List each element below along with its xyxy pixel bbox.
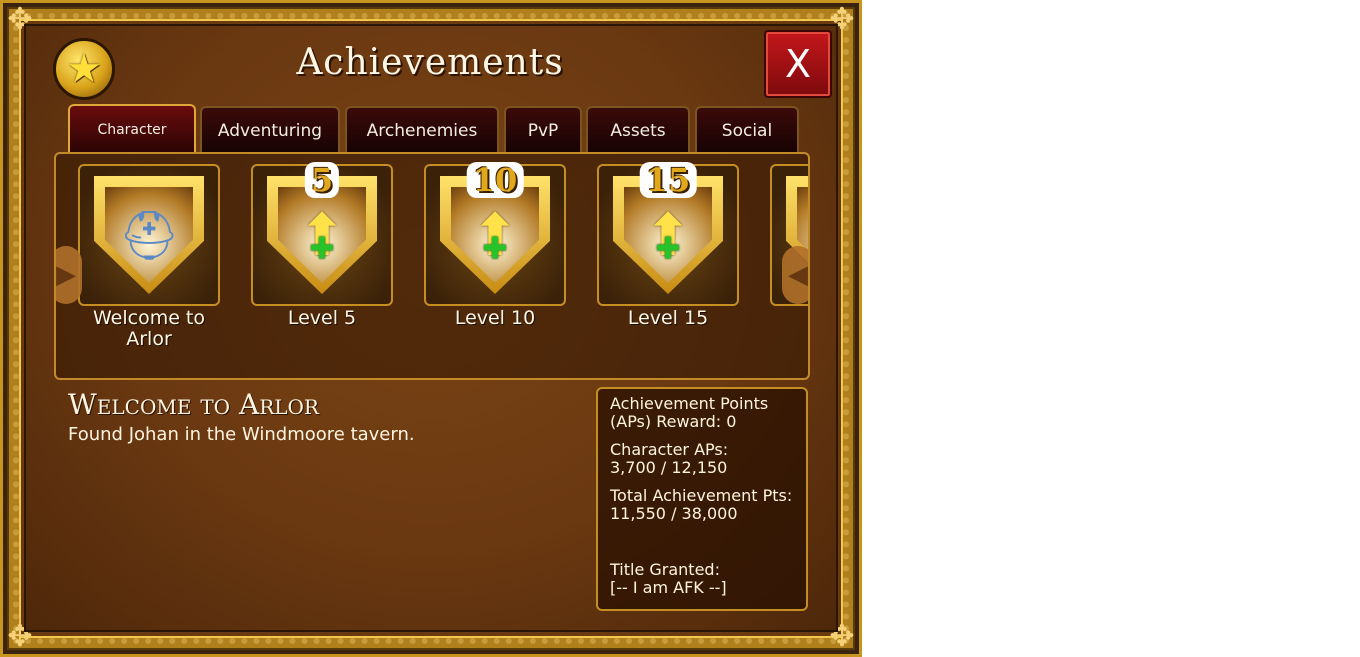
achievement-label: Welcome to Arlor xyxy=(92,307,206,350)
achievement-item[interactable]: ⬆ ✚ 15 Level 15 xyxy=(597,162,739,329)
tab-assets[interactable]: Assets xyxy=(586,106,690,154)
achievement-tile[interactable]: ⬆ ✚ 10 xyxy=(424,162,566,306)
plus-icon: ✚ xyxy=(309,231,335,267)
star-glyph: ★ xyxy=(66,46,102,92)
achievement-detail-title: Welcome to Arlor xyxy=(68,388,319,421)
tab-character[interactable]: Character xyxy=(68,104,196,154)
title-granted-block: Title Granted: [-- I am AFK --] xyxy=(610,561,794,597)
chevron-right-icon: ▶ xyxy=(56,260,76,290)
title-granted-value: [-- I am AFK --] xyxy=(610,578,727,597)
chevron-left-icon: ◀ xyxy=(788,260,808,290)
achievement-tile[interactable]: ⬆ ✚ 5 xyxy=(251,162,393,306)
total-points-label: Total Achievement Pts: xyxy=(610,486,793,505)
level-number-badge: 5 xyxy=(304,162,340,198)
reward-label: Achievement Points xyxy=(610,394,769,413)
character-aps-value: 3,700 / 12,150 xyxy=(610,458,728,477)
character-aps-label: Character APs: xyxy=(610,440,729,459)
achievement-label: L xyxy=(770,308,808,329)
achievement-label: Level 10 xyxy=(454,307,536,329)
title-granted-label: Title Granted: xyxy=(610,560,720,579)
plus-icon: ✚ xyxy=(655,231,681,267)
level-up-arrow-icon: ⬆ ✚ xyxy=(278,187,366,283)
tab-pvp[interactable]: PvP xyxy=(504,106,582,154)
achievement-item[interactable]: ⬆ ✚ 10 Level 10 xyxy=(424,162,566,329)
star-icon: ★ xyxy=(53,38,115,100)
level-up-arrow-icon: ⬆ ✚ xyxy=(451,187,539,283)
achievement-detail-description: Found Johan in the Windmoore tavern. xyxy=(68,424,415,445)
achievement-item[interactable]: ⛑ Welcome to Arlor xyxy=(78,164,220,350)
total-points-block: Total Achievement Pts: 11,550 / 38,000 xyxy=(610,487,794,523)
total-points-value: 11,550 / 38,000 xyxy=(610,504,738,523)
tab-social[interactable]: Social xyxy=(695,106,799,154)
character-aps-block: Character APs: 3,700 / 12,150 xyxy=(610,441,794,477)
achievement-label: Level 15 xyxy=(627,307,709,329)
reward-value: (APs) Reward: 0 xyxy=(610,412,737,431)
achievement-carousel: ⛑ Welcome to Arlor ⬆ ✚ 5 Level 5 ⬆ ✚ 10 … xyxy=(54,152,810,380)
achievement-tile[interactable]: ⬆ ✚ 15 xyxy=(597,162,739,306)
reward-block: Achievement Points (APs) Reward: 0 xyxy=(610,395,794,431)
page-title: Achievements xyxy=(296,42,564,83)
tab-adventuring[interactable]: Adventuring xyxy=(200,106,340,154)
tab-archenemies[interactable]: Archenemies xyxy=(345,106,499,154)
achievement-tile[interactable]: ⛑ xyxy=(78,164,220,306)
scroll-left-button[interactable]: ▶ xyxy=(56,246,82,304)
level-up-arrow-icon: ⬆ ✚ xyxy=(624,187,712,283)
shield-icon: ⛑ xyxy=(94,176,204,294)
close-button[interactable]: X xyxy=(764,30,832,98)
level-number-badge: 10 xyxy=(466,162,524,198)
scroll-right-button[interactable]: ◀ xyxy=(782,246,808,304)
plus-icon: ✚ xyxy=(482,231,508,267)
knight-helmet-icon: ⛑ xyxy=(105,187,193,283)
achievement-label: Level 5 xyxy=(287,307,357,329)
stats-panel: Achievement Points (APs) Reward: 0 Chara… xyxy=(596,387,808,611)
achievement-item[interactable]: ⬆ ✚ 5 Level 5 xyxy=(251,162,393,329)
level-number-badge: 15 xyxy=(639,162,697,198)
